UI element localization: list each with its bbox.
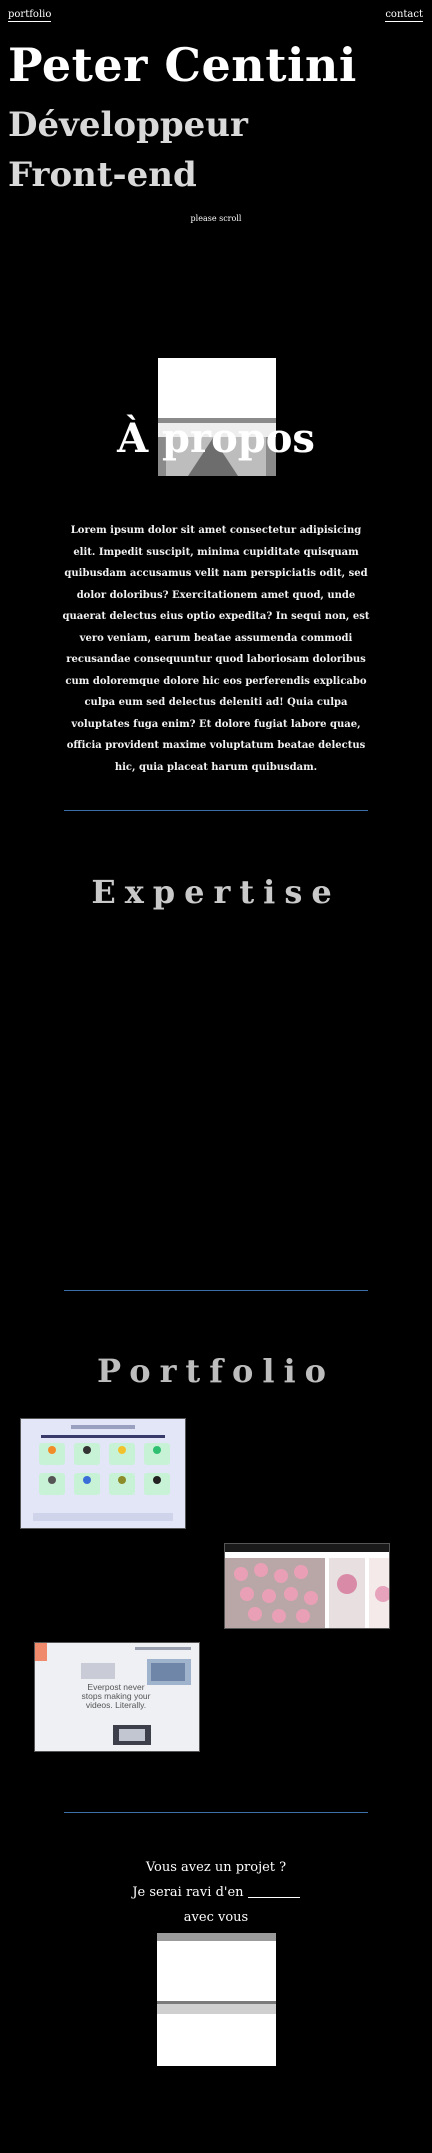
scroll-hint: please scroll [190, 214, 242, 223]
expertise-title: Expertise [91, 873, 341, 911]
hero-role-line2: Front-end [8, 155, 197, 195]
contact-line2: Je serai ravi d'en [132, 1885, 244, 1900]
divider-2 [64, 1290, 368, 1291]
divider-3 [64, 1812, 368, 1813]
contact-line2-row: Je serai ravi d'en [0, 1880, 432, 1905]
portfolio-project-3[interactable]: Everpost never stops making your videos.… [34, 1642, 200, 1752]
portfolio-title: Portfolio [97, 1352, 335, 1390]
project-1-preview [21, 1419, 185, 1528]
nav-brand-link[interactable]: portfolio [8, 9, 52, 22]
contact-blank-underline [247, 1897, 300, 1898]
nav-contact-link[interactable]: contact [385, 9, 423, 22]
divider-1 [64, 810, 368, 811]
project-2-preview [225, 1544, 389, 1628]
contact-line3: avec vous [183, 1910, 249, 1925]
hero-name: Peter Centini [8, 38, 357, 92]
about-text: Lorem ipsum dolor sit amet consectetur a… [62, 525, 370, 773]
contact-line1: Vous avez un projet ? [145, 1860, 287, 1875]
contact-photo-image [157, 1933, 276, 2066]
hero-role-line1: Développeur [8, 105, 248, 145]
about-title: À propos [117, 415, 315, 462]
portfolio-project-1[interactable] [20, 1418, 186, 1529]
expertise-content [64, 930, 368, 1260]
portfolio-project-2[interactable] [224, 1543, 390, 1629]
contact-photo [157, 1933, 276, 2066]
project-3-caption: Everpost never stops making your videos.… [81, 1682, 151, 1710]
